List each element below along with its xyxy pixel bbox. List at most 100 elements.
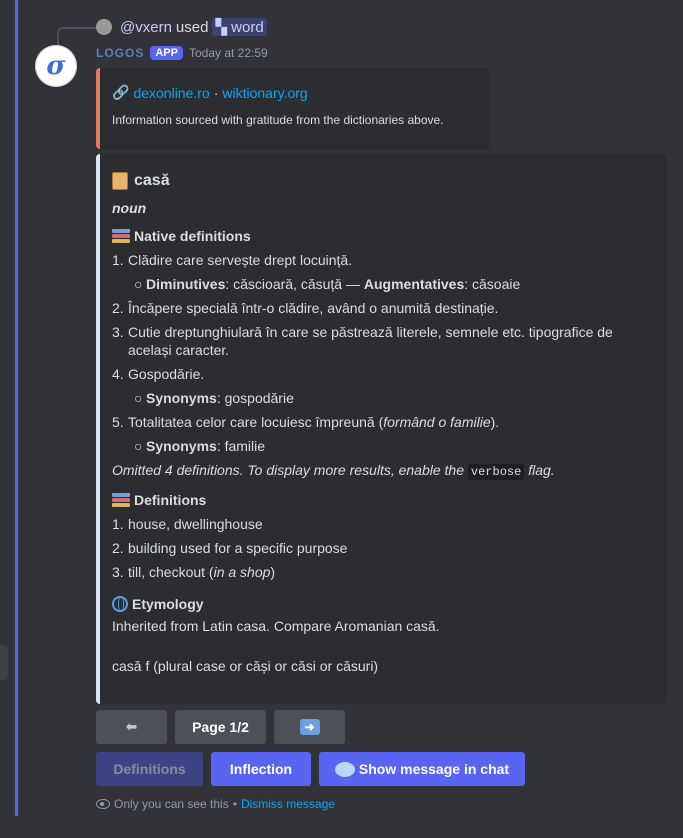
sub-list-item: ○ Synonyms: familie (134, 437, 655, 455)
sub-label: Diminutives (146, 276, 226, 292)
eye-icon (96, 799, 110, 809)
omitted-text: Omitted 4 definitions. To display more r… (112, 462, 468, 478)
list-item: 5. Totalitatea celor care locuiesc împreu… (112, 413, 655, 431)
sub-label: Augmentatives (363, 276, 465, 292)
source-link-dexonline[interactable]: dexonline.ro (133, 85, 209, 101)
arrow-right-icon: ➜ (299, 719, 320, 735)
omitted-note: Omitted 4 definitions. To display more r… (112, 461, 655, 481)
avatar-letter: σ (46, 51, 66, 81)
item-number: 3. (112, 324, 124, 340)
inflection-button[interactable]: Inflection (211, 752, 311, 786)
item-number: 2. (112, 540, 124, 556)
sub-label: Synonyms (146, 390, 217, 406)
show-in-chat-label: Show message in chat (358, 761, 510, 777)
inflection-line: casă f (plural case or căși or căsi or c… (112, 658, 379, 674)
item-text: building used for a specific purpose (128, 540, 348, 556)
list-item: 3. Cutie dreptunghiulară în care se păstr… (112, 323, 655, 359)
item-text: Totalitatea celor care locuiesc împreună… (128, 414, 384, 430)
globe-icon (112, 596, 128, 612)
command-reply: @vxern used ▚ word (96, 18, 267, 36)
item-number: 2. (112, 300, 124, 316)
item-text-italic: in a shop (213, 564, 271, 580)
item-text: ) (270, 564, 276, 580)
arrow-left-icon: ⬅ (126, 719, 137, 734)
item-number: 1. (112, 252, 124, 268)
definition-embed: casă noun Native definitions 1. Clădire c… (96, 154, 667, 704)
item-number: 5. (112, 414, 124, 430)
user-avatar[interactable] (96, 19, 112, 35)
definitions-button[interactable]: Definitions (96, 752, 203, 786)
next-page-button[interactable]: ➜ (274, 710, 345, 744)
etymology-heading-text: Etymology (132, 596, 204, 612)
native-definitions-list: 1. Clădire care servește drept locuință. … (112, 251, 655, 455)
previous-page-button[interactable]: ⬅ (96, 710, 167, 744)
item-text: Clădire care servește drept locuință. (128, 252, 353, 268)
action-row: Definitions Inflection Show message in c… (96, 752, 525, 786)
reply-spine (57, 27, 97, 45)
definitions-list: 1. house, dwellinghouse 2. building used f… (112, 515, 655, 581)
native-definitions-heading: Native definitions (112, 227, 655, 245)
item-number: 3. (112, 564, 124, 580)
list-item: 2. building used for a specific purpose (112, 539, 655, 557)
item-text: Cutie dreptunghiulară în care se păstrea… (128, 324, 613, 358)
verbose-flag: verbose (467, 464, 525, 480)
item-number: 1. (112, 516, 124, 532)
list-item: 2. Încăpere specială într-o clădire, avân… (112, 299, 655, 317)
sub-value: : căscioară, căsuță — (225, 276, 364, 292)
page-indicator-button[interactable]: Page 1/2 (175, 710, 266, 744)
app-tag: APP (150, 46, 183, 60)
sources-embed: 🔗 dexonline.ro · wiktionary.org Informat… (96, 68, 490, 149)
etymology-text: Inherited from Latin casa. Compare Aroma… (112, 618, 440, 634)
definitions-heading: Definitions (112, 491, 655, 509)
item-number: 4. (112, 366, 124, 382)
bullet: ○ (134, 438, 143, 454)
sub-value: : familie (216, 438, 266, 454)
entry-title: casă (112, 172, 655, 190)
source-link-wiktionary[interactable]: wiktionary.org (222, 85, 307, 101)
message-header: LOGOS APP Today at 22:59 (96, 46, 268, 60)
ephemeral-rail (15, 0, 18, 816)
item-text: Încăpere specială într-o clădire, având … (128, 300, 499, 316)
list-item: 1. Clădire care servește drept locuință. (112, 251, 655, 269)
link-separator: · (213, 84, 219, 101)
command-chip[interactable]: ▚ word (212, 18, 267, 36)
dismiss-message-link[interactable]: Dismiss message (241, 797, 335, 811)
entry-word: casă (134, 172, 170, 189)
speech-bubble-icon (334, 761, 355, 777)
etymology-heading: Etymology (112, 595, 655, 613)
bullet: ○ (134, 276, 143, 292)
books-icon (112, 229, 130, 243)
scroll-handle[interactable] (0, 645, 8, 680)
list-item: 3. till, checkout (in a shop) (112, 563, 655, 581)
reply-used-text: used (175, 18, 209, 36)
reply-username[interactable]: @vxern (120, 19, 172, 36)
command-name: word (231, 19, 264, 36)
ephemeral-footer: Only you can see this • Dismiss message (96, 797, 335, 811)
sub-label: Synonyms (146, 438, 217, 454)
only-you-text: Only you can see this (114, 797, 229, 811)
sub-value: : căsoaie (464, 276, 521, 292)
link-icon: 🔗 (112, 84, 130, 100)
part-of-speech: noun (112, 200, 147, 216)
source-links: 🔗 dexonline.ro · wiktionary.org (112, 84, 478, 101)
books-icon (112, 493, 130, 507)
omitted-text: flag. (524, 462, 555, 478)
sub-value: : gospodărie (216, 390, 294, 406)
bot-name[interactable]: LOGOS (96, 46, 144, 60)
show-in-chat-button[interactable]: Show message in chat (319, 752, 525, 786)
item-text: house, dwellinghouse (128, 516, 263, 532)
item-text: till, checkout ( (128, 564, 214, 580)
sources-info: Information sourced with gratitude from … (112, 113, 444, 127)
pagination-row: ⬅ Page 1/2 ➜ (96, 710, 345, 744)
list-item: 4. Gospodărie. (112, 365, 655, 383)
app-command-icon: ▚ (215, 19, 232, 36)
sub-list-item: ○ Diminutives: căscioară, căsuță — Augmen… (134, 275, 655, 293)
footer-separator: • (232, 797, 237, 811)
sub-list-item: ○ Synonyms: gospodărie (134, 389, 655, 407)
item-text: Gospodărie. (128, 366, 205, 382)
list-item: 1. house, dwellinghouse (112, 515, 655, 533)
definitions-heading-text: Definitions (134, 492, 207, 508)
scroll-icon (112, 172, 128, 190)
item-text: ). (490, 414, 500, 430)
bot-avatar[interactable]: σ (35, 45, 77, 87)
